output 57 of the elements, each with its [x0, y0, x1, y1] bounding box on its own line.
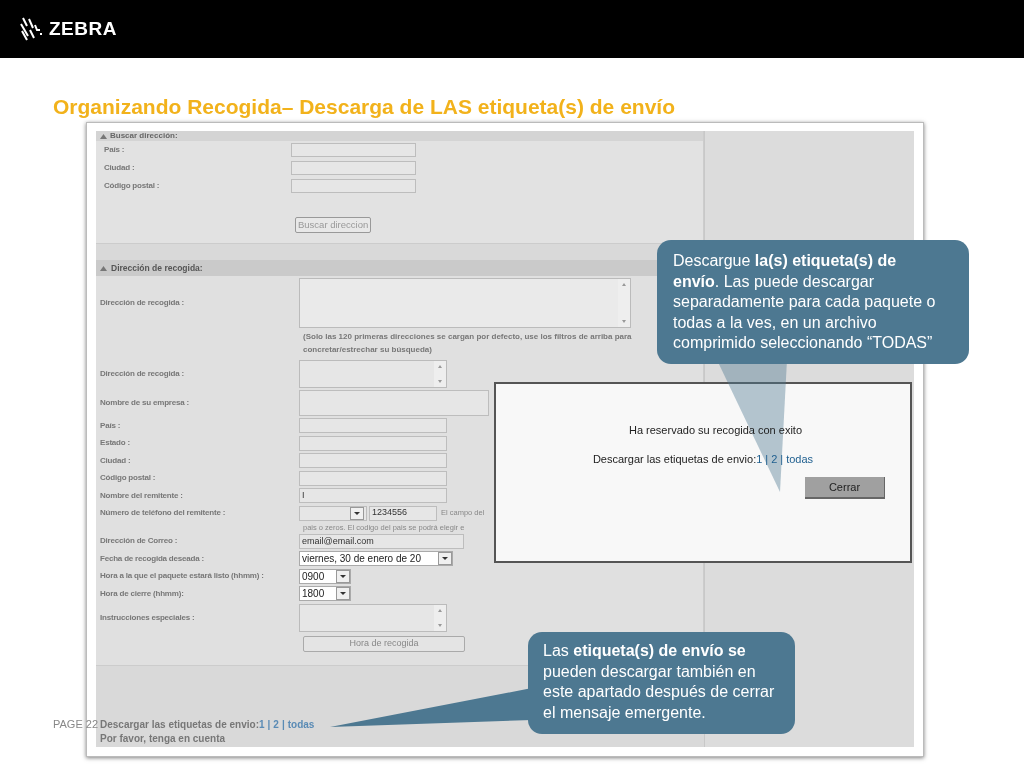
field-label: Dirección de recogida :: [99, 368, 185, 380]
text-area[interactable]: [299, 360, 447, 388]
download-link[interactable]: todas: [786, 450, 814, 467]
field-label: Código postal :: [99, 472, 157, 485]
field-label: Número de teléfono del remitente :: [99, 507, 227, 519]
scrollbar-icon[interactable]: [434, 604, 446, 631]
field-label: Hora de cierre (hhmm):: [99, 587, 185, 600]
logo-text: ZEBRA: [49, 16, 117, 41]
link-separator: |: [266, 718, 272, 732]
input-field[interactable]: [299, 418, 447, 434]
slide-title: Organizando Recogida– Descarga de LAS etiqueta(s) de envío: [53, 95, 676, 119]
input-field[interactable]: [291, 179, 416, 193]
field-label: Estado :: [99, 437, 131, 450]
input-field[interactable]: [299, 390, 489, 416]
dropdown-select[interactable]: 0900: [299, 568, 351, 584]
field-label: Nombre de su empresa :: [99, 397, 190, 409]
address-listbox[interactable]: [299, 278, 631, 328]
page-number: PAGE 22: [53, 717, 99, 732]
field-label: Código postal :: [103, 180, 161, 192]
input-field[interactable]: I: [299, 488, 447, 504]
collapse-icon[interactable]: [100, 265, 107, 271]
hint-text: (Solo las 120 primeras direcciones se cargan por defecto, use los filtros de arriba para concretar/estrechar su búsqueda): [303, 331, 633, 356]
download-label: Descargar las etiquetas de envio:: [100, 718, 259, 732]
link-separator: |: [779, 451, 785, 467]
link-separator: |: [764, 451, 770, 467]
input-field[interactable]: [299, 435, 447, 451]
field-label: Ciudad :: [99, 454, 132, 467]
section-title: Dirección de recogida:: [111, 261, 203, 275]
input-field[interactable]: email@email.com: [299, 533, 464, 549]
field-label: Ciudad :: [103, 162, 136, 174]
scrollbar-icon[interactable]: [434, 361, 446, 387]
field-label: Dirección de Correo :: [99, 535, 179, 548]
download-link[interactable]: 1: [756, 450, 763, 467]
download-label: Descargar las etiquetas de envio:: [592, 451, 757, 467]
collapse-icon[interactable]: [100, 133, 107, 139]
phone-input[interactable]: 1234556: [369, 505, 437, 521]
download-link[interactable]: 2: [771, 450, 778, 467]
success-message: Ha reservado su recogida con exito: [628, 423, 802, 438]
field-label: Fecha de recogida deseada :: [99, 552, 205, 565]
field-label: País :: [103, 144, 126, 156]
section-title: Buscar dirección:: [110, 132, 178, 140]
link-separator: |: [280, 718, 286, 732]
input-field[interactable]: [291, 143, 416, 157]
dropdown-select[interactable]: 1800: [299, 586, 351, 602]
field-label: País :: [99, 419, 122, 432]
callout-text: Las etiqueta(s) de envío se pueden descargar también en este apartado después de cerrar el mensaje emergente.: [543, 642, 775, 721]
input-field[interactable]: [299, 470, 447, 486]
dropdown-select[interactable]: viernes, 30 de enero de 20: [299, 551, 453, 567]
field-label: Instrucciones especiales :: [99, 611, 196, 624]
callout-text: Descargue la(s) etiqueta(s) de envío. Las puede descargar separadamente para cada paquete o todas a la ves, en un archivo comprimido seleccionando “TODAS”: [673, 252, 936, 351]
input-field[interactable]: [291, 161, 416, 175]
field-label: Hora a la que el paquete estará listo (hhmm) :: [99, 570, 265, 583]
close-button[interactable]: Cerrar: [805, 477, 885, 499]
input-field[interactable]: [299, 453, 447, 469]
notice-text: Por favor, tenga en cuenta: [99, 732, 227, 746]
field-label: Nombre del remitente :: [99, 489, 184, 502]
field-label: Dirección de recogida :: [99, 297, 185, 309]
